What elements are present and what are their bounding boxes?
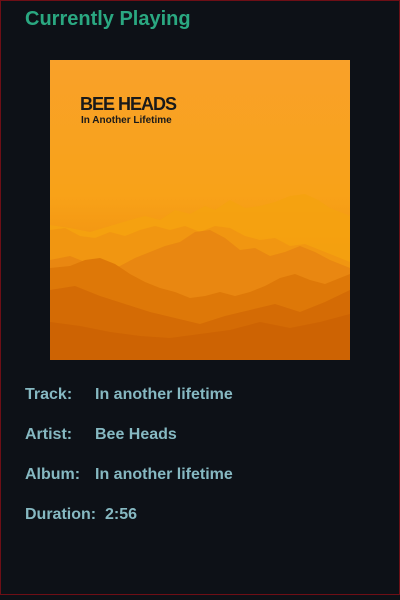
album-cover: BEE HEADS In Another Lifetime xyxy=(50,60,350,360)
cover-band-name: BEE HEADS xyxy=(80,94,177,114)
artist-value: Bee Heads xyxy=(95,426,177,443)
album-value: In another lifetime xyxy=(95,466,233,483)
now-playing-panel: Currently Playing BEE HEADS In Another L… xyxy=(0,0,400,595)
track-label: Track: xyxy=(25,386,73,403)
duration-row: Duration: 2:56 xyxy=(25,504,137,526)
album-label: Album: xyxy=(25,466,81,483)
duration-value: 2:56 xyxy=(105,506,138,523)
duration-label: Duration: xyxy=(25,506,97,523)
album-row: Album: In another lifetime xyxy=(25,464,233,486)
cover-album-title: In Another Lifetime xyxy=(81,115,172,126)
artist-row: Artist: Bee Heads xyxy=(25,424,177,446)
track-value: In another lifetime xyxy=(95,386,233,403)
track-row: Track: In another lifetime xyxy=(25,384,233,406)
artist-label: Artist: xyxy=(25,426,73,443)
page-title: Currently Playing xyxy=(25,8,191,30)
